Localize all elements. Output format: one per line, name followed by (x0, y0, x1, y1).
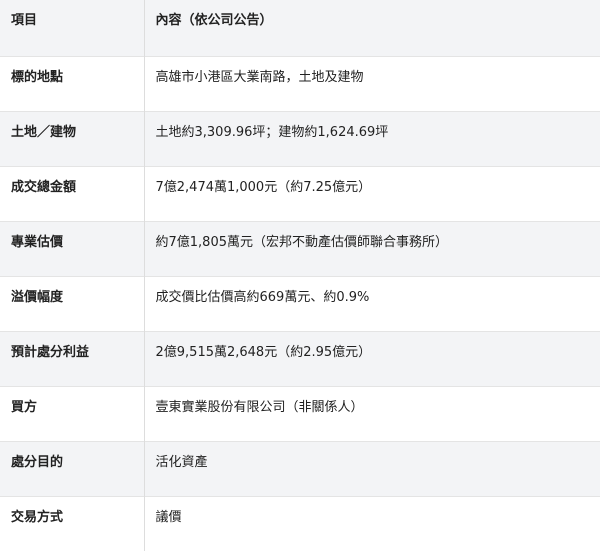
row-value: 土地約3,309.96坪；建物約1,624.69坪 (143, 111, 600, 166)
row-value: 約7億1,805萬元（宏邦不動產估價師聯合事務所） (143, 221, 600, 276)
row-value: 高雄市小港區大業南路，土地及建物 (143, 56, 600, 111)
row-value: 壹東實業股份有限公司（非關係人） (143, 386, 600, 441)
row-label: 預計處分利益 (11, 344, 90, 360)
table-row-premium: 溢價幅度 成交價比估價高約669萬元、約0.9% (0, 276, 600, 331)
table-row-purpose: 處分目的 活化資產 (0, 441, 600, 496)
row-label: 處分目的 (11, 454, 64, 470)
row-value: 成交價比估價高約669萬元、約0.9% (143, 276, 600, 331)
header-content: 內容（依公司公告） (143, 0, 600, 56)
table-row-expected-gain: 預計處分利益 2億9,515萬2,648元（約2.95億元） (0, 331, 600, 386)
row-label: 溢價幅度 (11, 289, 64, 305)
row-value: 7億2,474萬1,000元（約7.25億元） (143, 166, 600, 221)
table-row-appraisal: 專業估價 約7億1,805萬元（宏邦不動產估價師聯合事務所） (0, 221, 600, 276)
table-header-row: 項目 內容（依公司公告） (0, 0, 600, 56)
table-row-total-amount: 成交總金額 7億2,474萬1,000元（約7.25億元） (0, 166, 600, 221)
row-label: 土地／建物 (11, 124, 77, 140)
table-row-method: 交易方式 議價 (0, 496, 600, 551)
row-value: 2億9,515萬2,648元（約2.95億元） (143, 331, 600, 386)
row-value: 活化資產 (143, 441, 600, 496)
row-label: 買方 (11, 399, 38, 415)
table-row-buyer: 買方 壹東實業股份有限公司（非關係人） (0, 386, 600, 441)
row-label: 標的地點 (11, 69, 64, 85)
disposal-info-table: 項目 內容（依公司公告） 標的地點 高雄市小港區大業南路，土地及建物 土地／建物… (0, 0, 600, 551)
table-row-location: 標的地點 高雄市小港區大業南路，土地及建物 (0, 56, 600, 111)
row-label: 交易方式 (11, 509, 64, 525)
header-item: 項目 (11, 13, 38, 28)
table-row-land-building: 土地／建物 土地約3,309.96坪；建物約1,624.69坪 (0, 111, 600, 166)
row-value: 議價 (143, 496, 600, 551)
row-label: 成交總金額 (11, 179, 77, 195)
row-label: 專業估價 (11, 234, 64, 250)
